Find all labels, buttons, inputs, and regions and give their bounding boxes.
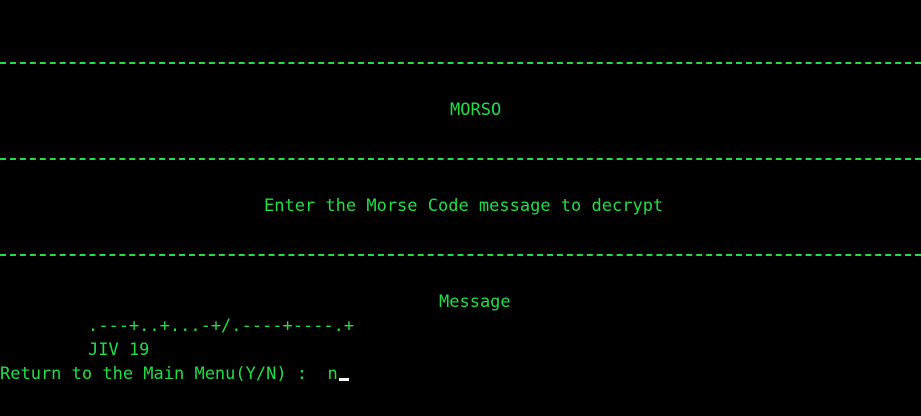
screen-title: MORSO — [450, 100, 502, 120]
divider-line — [0, 254, 921, 256]
return-menu-prompt: Return to the Main Menu(Y/N) : — [0, 364, 328, 384]
message-header: Message — [439, 292, 511, 312]
instruction-text: Enter the Morse Code message to decrypt — [264, 196, 664, 216]
divider-line — [0, 158, 921, 160]
decoded-message: JIV 19 — [88, 340, 150, 360]
return-menu-input[interactable]: n — [328, 362, 338, 386]
return-menu-row: Return to the Main Menu(Y/N) : n — [0, 362, 921, 386]
text-cursor — [338, 378, 349, 381]
divider-line — [0, 62, 921, 64]
terminal-screen[interactable]: MORSO Enter the Morse Code message to de… — [0, 0, 921, 416]
morse-code-input[interactable]: .---+..+...-+/.----+----.+ — [0, 314, 921, 338]
